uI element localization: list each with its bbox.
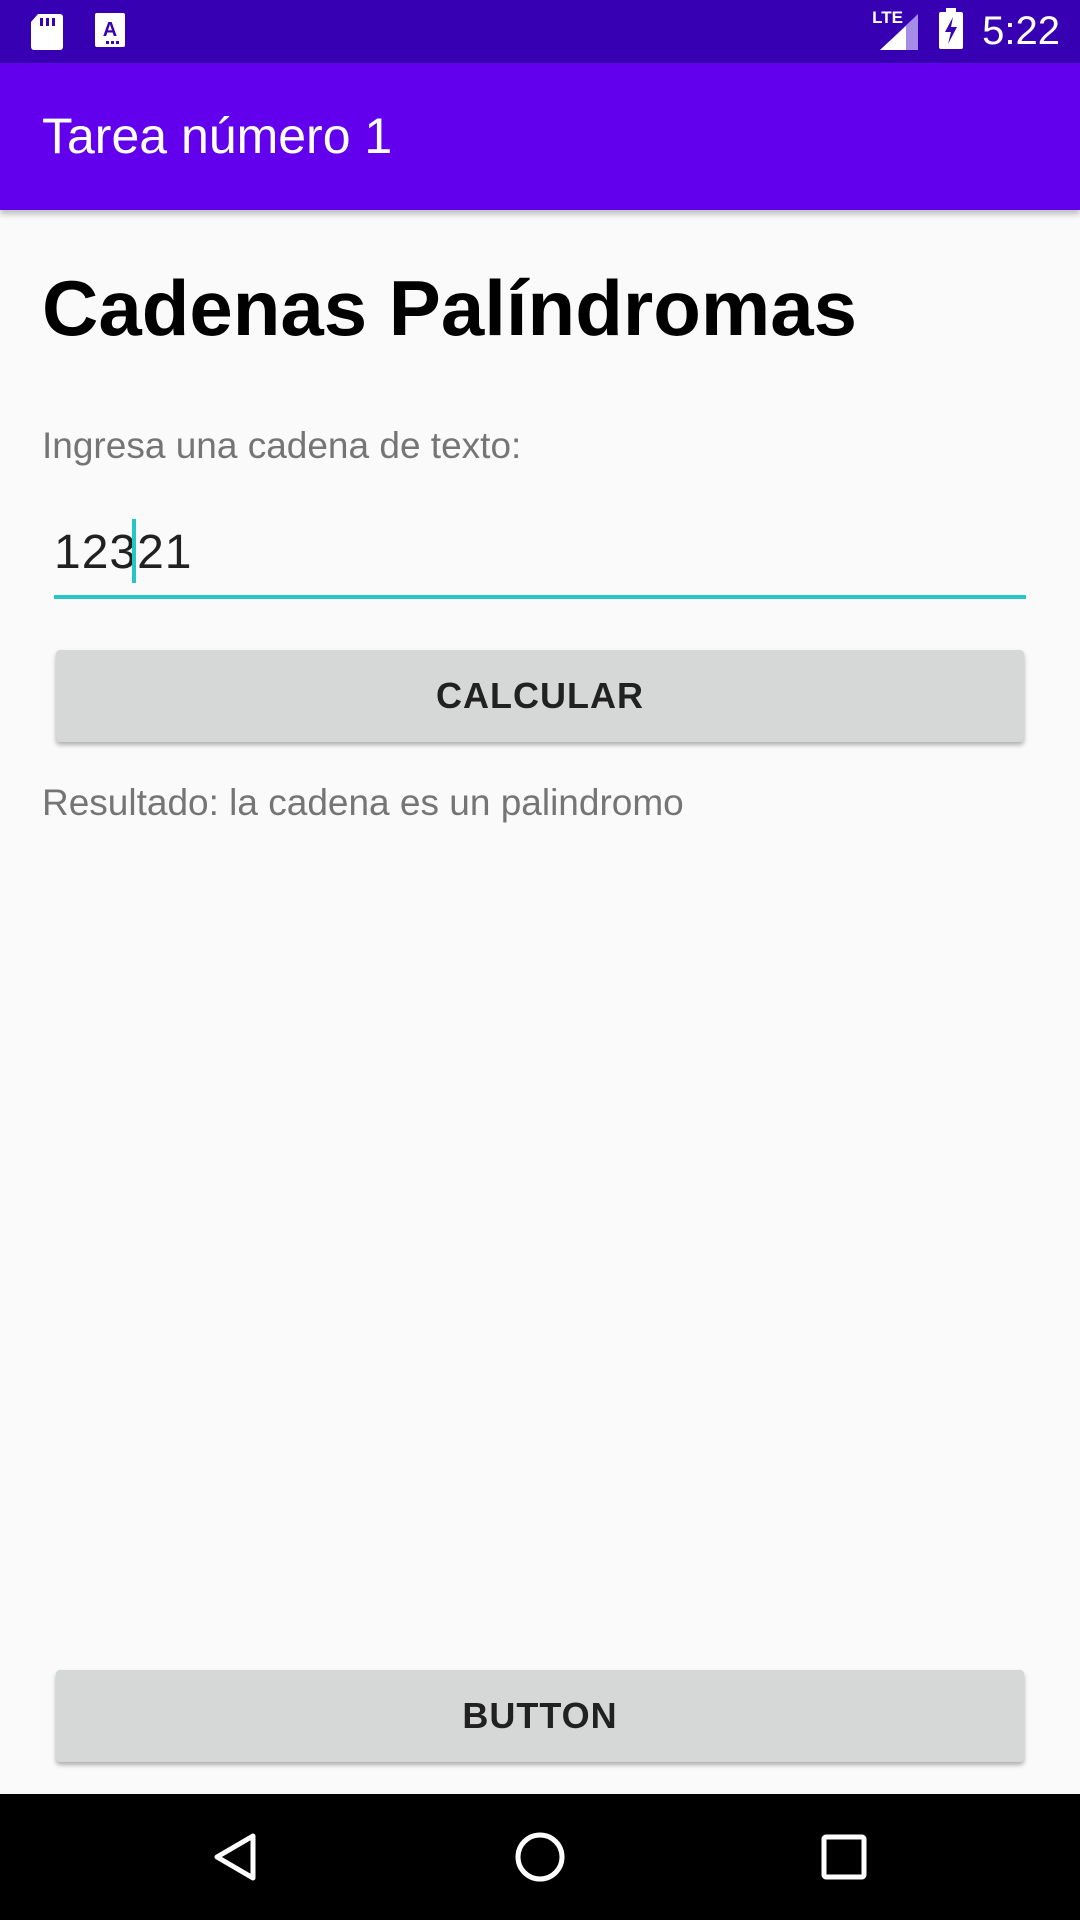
sd-card-icon: [30, 12, 64, 57]
app-title: Tarea número 1: [42, 108, 393, 164]
recents-icon[interactable]: [809, 1822, 879, 1892]
battery-charging-icon: [938, 8, 964, 55]
text-cursor: [132, 519, 136, 583]
status-time: 5:22: [982, 9, 1060, 53]
text-recognition-icon: A: [94, 12, 126, 53]
text-input-value: 12321: [54, 526, 193, 579]
back-icon[interactable]: [201, 1822, 271, 1892]
network-label: LTE: [872, 7, 903, 27]
svg-text:A: A: [103, 19, 117, 41]
lte-signal-icon: LTE: [872, 7, 920, 54]
app-bar: Tarea número 1: [0, 63, 1080, 210]
status-icons: LTE 5:22: [872, 0, 1060, 63]
navigation-bar: [0, 1794, 1080, 1920]
input-label: Ingresa una cadena de texto:: [42, 425, 522, 466]
bottom-button[interactable]: BUTTON: [56, 1670, 1024, 1762]
home-icon[interactable]: [505, 1822, 575, 1892]
app-screen: A LTE 5:22 Tarea número 1 Cadenas Palínd…: [0, 0, 1080, 1920]
page-heading: Cadenas Palíndromas: [42, 264, 857, 352]
calculate-button[interactable]: CALCULAR: [56, 650, 1024, 742]
status-bar: A LTE 5:22: [0, 0, 1080, 63]
text-input[interactable]: 12321: [54, 515, 1026, 599]
result-text: Resultado: la cadena es un palindromo: [42, 782, 684, 823]
